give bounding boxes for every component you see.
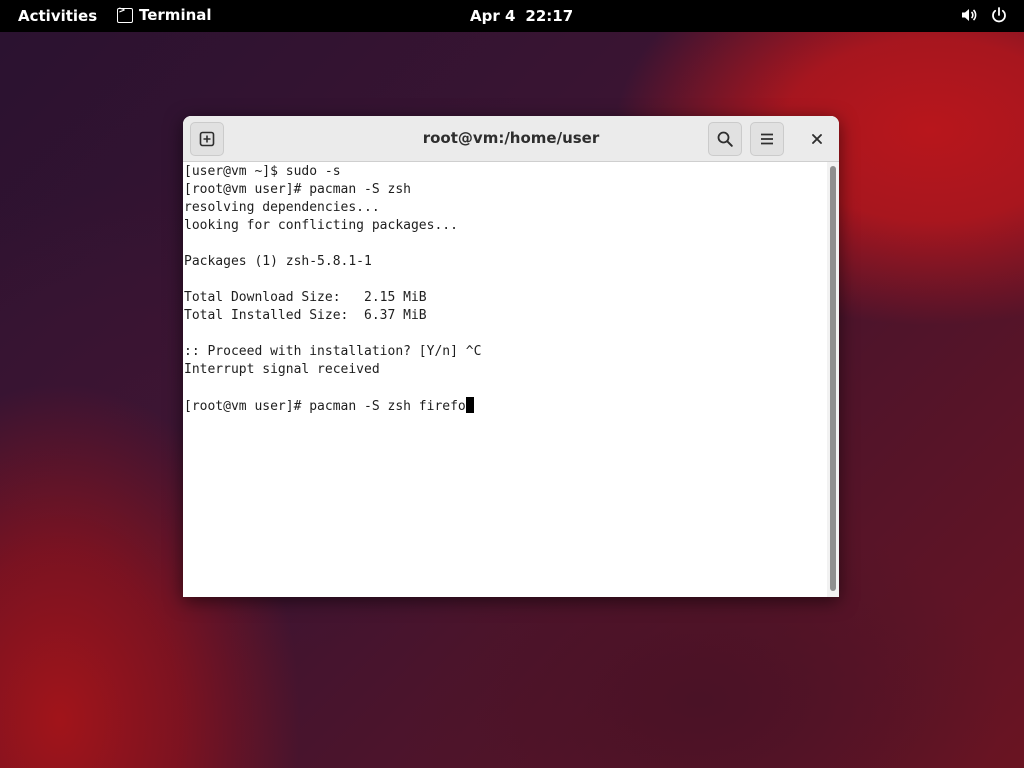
system-tray[interactable] xyxy=(960,6,1008,24)
window-headerbar[interactable]: root@vm:/home/user xyxy=(183,116,839,162)
terminal-window[interactable]: root@vm:/home/user [user@vm ~]$ sudo -s … xyxy=(183,116,839,597)
hamburger-menu-icon xyxy=(761,133,773,145)
clock[interactable]: Apr 4 22:17 xyxy=(470,7,573,25)
terminal-line: Total Download Size: 2.15 MiB xyxy=(184,290,427,305)
terminal-line: [user@vm ~]$ sudo -s xyxy=(184,164,341,179)
terminal-prompt-line[interactable]: [root@vm user]# pacman -S zsh firefo xyxy=(184,397,827,415)
terminal-line: Packages (1) zsh-5.8.1-1 xyxy=(184,254,372,269)
close-button[interactable] xyxy=(800,122,834,156)
terminal-icon xyxy=(117,5,133,23)
terminal-line: [root@vm user]# pacman -S zsh xyxy=(184,182,411,197)
activities-button[interactable]: Activities xyxy=(18,7,97,25)
scrollbar-thumb[interactable] xyxy=(830,166,836,591)
terminal-line: resolving dependencies... xyxy=(184,200,380,215)
main-menu-button[interactable] xyxy=(750,122,784,156)
scrollbar[interactable] xyxy=(827,162,839,597)
top-bar: Activities Terminal Apr 4 22:17 xyxy=(0,0,1024,32)
terminal-line: :: Proceed with installation? [Y/n] ^C xyxy=(184,344,482,359)
clock-date: Apr 4 xyxy=(470,7,516,25)
close-icon xyxy=(812,134,822,144)
app-menu-terminal[interactable]: Terminal xyxy=(117,5,212,24)
terminal-output[interactable]: [user@vm ~]$ sudo -s [root@vm user]# pac… xyxy=(183,162,827,597)
text-cursor xyxy=(465,397,474,413)
clock-time: 22:17 xyxy=(525,7,574,25)
terminal-line: Interrupt signal received xyxy=(184,362,380,377)
terminal-line: looking for conflicting packages... xyxy=(184,218,458,233)
app-menu-label: Terminal xyxy=(139,6,212,24)
power-icon[interactable] xyxy=(990,6,1008,24)
terminal-line: Total Installed Size: 6.37 MiB xyxy=(184,308,427,323)
current-command: [root@vm user]# pacman -S zsh firefo xyxy=(184,399,466,414)
volume-icon[interactable] xyxy=(960,6,978,24)
search-button[interactable] xyxy=(708,122,742,156)
search-icon xyxy=(717,131,733,147)
